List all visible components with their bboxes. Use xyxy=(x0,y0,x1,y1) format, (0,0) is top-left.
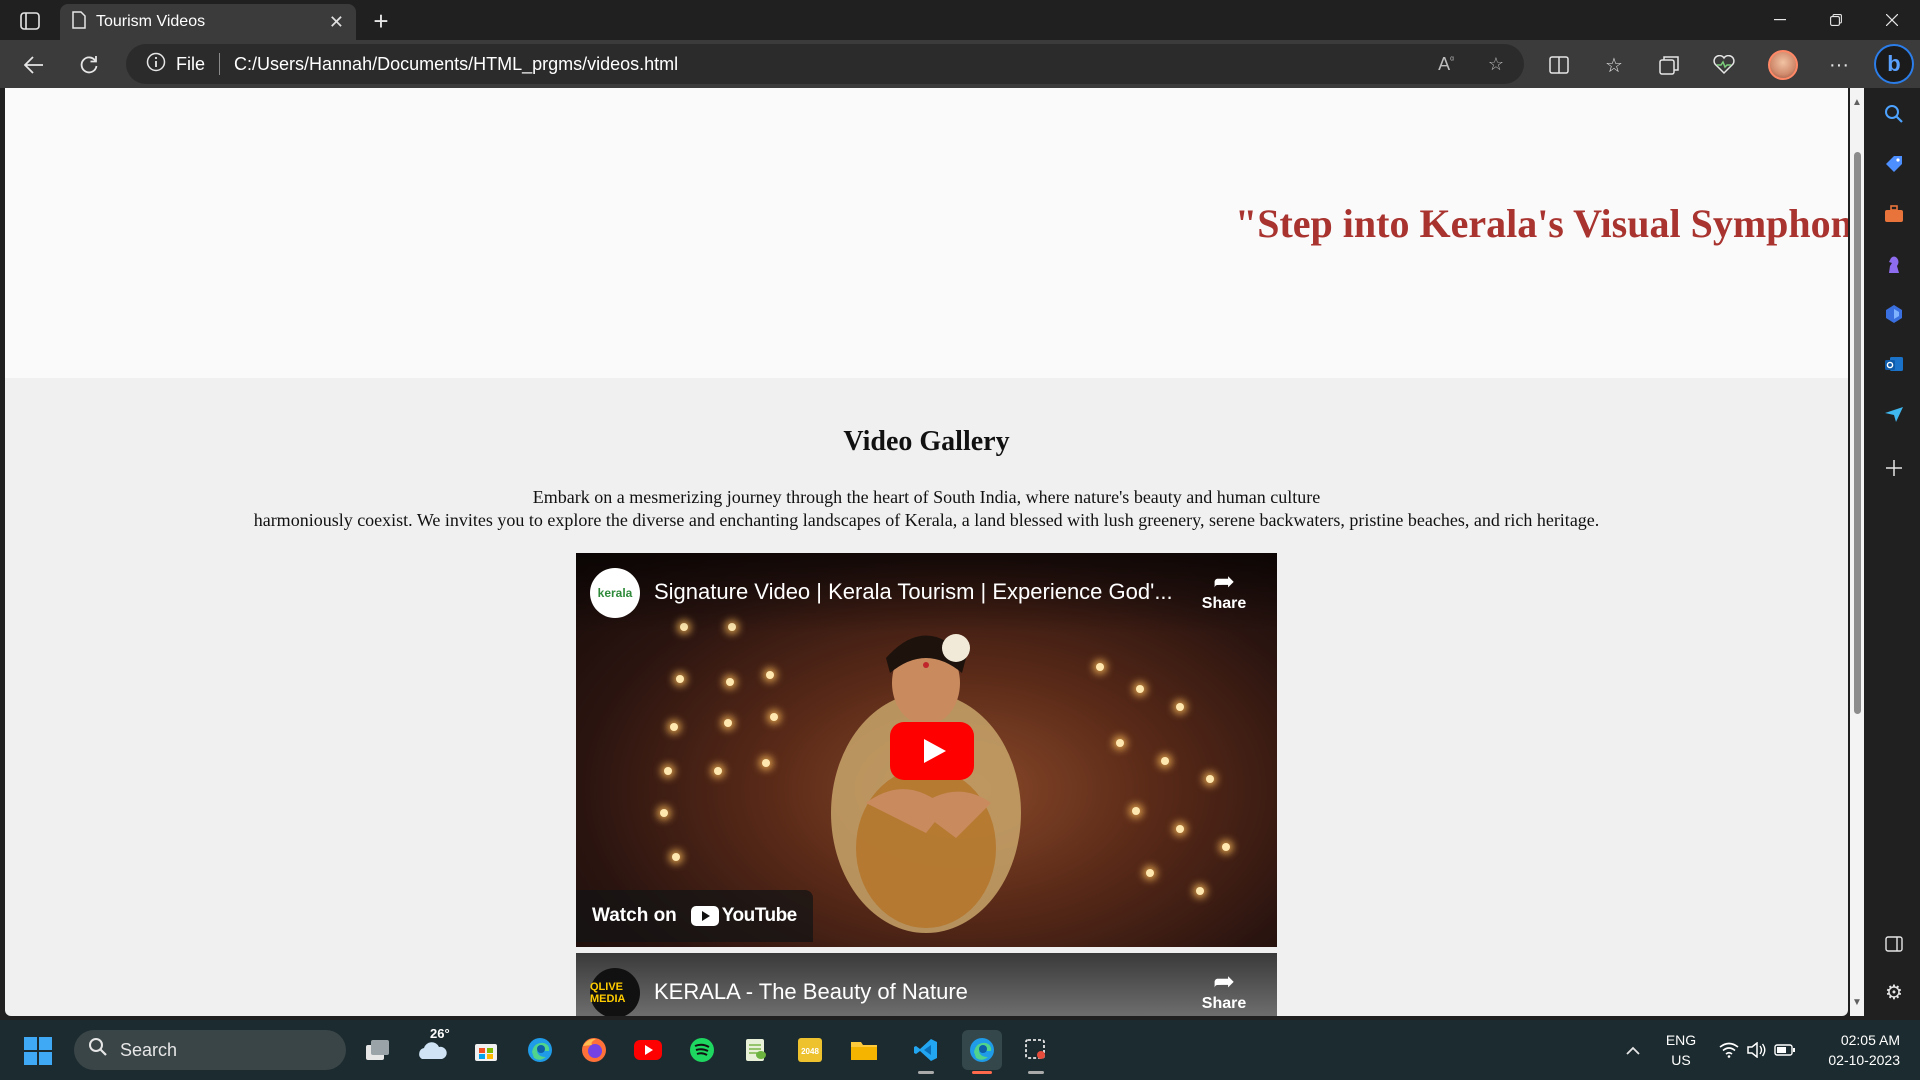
taskbar-search[interactable]: Search xyxy=(74,1030,346,1070)
close-window-icon[interactable] xyxy=(1864,0,1920,40)
show-hidden-icons-chevron-icon[interactable] xyxy=(1618,1020,1648,1080)
share-button-1[interactable]: ➦ Share xyxy=(1194,567,1254,613)
title-bar: Tourism Videos ✕ + xyxy=(0,0,1920,40)
sidebar-settings-gear-icon[interactable]: ⚙ xyxy=(1876,974,1912,1010)
search-icon xyxy=(88,1037,108,1063)
video-embed-1[interactable]: kerala Signature Video | Kerala Tourism … xyxy=(576,553,1277,947)
browser-toolbar: File C:/Users/Hannah/Documents/HTML_prgm… xyxy=(0,40,1920,88)
page-viewport: "Step into Kerala's Visual Symphony Vide… xyxy=(5,88,1848,1016)
hero-banner: "Step into Kerala's Visual Symphony xyxy=(5,88,1848,378)
spotify-icon[interactable] xyxy=(682,1030,722,1070)
drop-send-icon[interactable] xyxy=(1876,396,1912,432)
vscode-icon[interactable] xyxy=(906,1030,946,1074)
clock-time: 02:05 AM xyxy=(1840,1032,1900,1048)
add-sidebar-app-icon[interactable] xyxy=(1876,450,1912,486)
hero-marquee-text: "Step into Kerala's Visual Symphony xyxy=(1235,201,1848,246)
input-language[interactable]: ENG US xyxy=(1660,1020,1702,1080)
sidebar-search-icon[interactable] xyxy=(1876,96,1912,132)
minimize-icon[interactable] xyxy=(1752,0,1808,40)
hide-sidebar-icon[interactable] xyxy=(1876,926,1912,962)
notepad-plus-plus-icon[interactable] xyxy=(736,1030,776,1070)
wifi-icon[interactable] xyxy=(1714,1020,1744,1080)
favorite-star-icon[interactable]: ☆ xyxy=(1488,54,1504,75)
edge-sidebar: ⚙ xyxy=(1868,88,1920,1016)
task-view-icon[interactable] xyxy=(358,1030,398,1070)
clock[interactable]: 02:05 AM 02-10-2023 xyxy=(1810,1020,1900,1080)
description-line-2: harmoniously coexist. We invites you to … xyxy=(253,510,1600,530)
bing-copilot-icon[interactable]: b xyxy=(1874,44,1914,84)
youtube-logo: YouTube xyxy=(690,905,797,927)
edge-active-window-icon[interactable] xyxy=(962,1030,1002,1074)
tab-title: Tourism Videos xyxy=(96,13,206,30)
volume-icon[interactable] xyxy=(1742,1020,1772,1080)
window-controls xyxy=(1752,0,1920,40)
browser-tab[interactable]: Tourism Videos ✕ xyxy=(60,4,356,40)
youtube-play-icon xyxy=(690,906,719,926)
address-separator xyxy=(219,53,221,75)
tab-actions-icon[interactable] xyxy=(12,8,48,34)
page-file-icon xyxy=(72,10,86,34)
gallery-title: Video Gallery xyxy=(843,426,1010,457)
outlook-icon[interactable] xyxy=(1876,346,1912,382)
scroll-up-arrow-icon[interactable]: ▲ xyxy=(1850,94,1864,110)
svg-text:2048: 2048 xyxy=(801,1047,819,1056)
more-options-icon[interactable]: ··· xyxy=(1822,48,1856,82)
scroll-down-arrow-icon[interactable]: ▼ xyxy=(1850,994,1864,1010)
game-2048-icon[interactable]: 2048 xyxy=(790,1030,830,1070)
video-title-2[interactable]: KERALA - The Beauty of Nature xyxy=(654,979,968,1005)
new-tab-button[interactable]: + xyxy=(366,6,396,36)
channel-logo-kerala[interactable]: kerala xyxy=(590,568,640,618)
back-arrow-icon[interactable] xyxy=(17,48,51,82)
watch-on-youtube-link[interactable]: Watch on YouTube xyxy=(576,890,813,942)
profile-avatar[interactable] xyxy=(1768,50,1798,80)
collections-icon[interactable] xyxy=(1652,48,1686,82)
edge-icon[interactable] xyxy=(520,1030,560,1070)
microsoft-365-icon[interactable] xyxy=(1876,296,1912,332)
weather-temperature: 26° xyxy=(430,1026,450,1041)
microsoft-store-icon[interactable] xyxy=(466,1030,506,1070)
restore-icon[interactable] xyxy=(1808,0,1864,40)
shopping-tag-icon[interactable] xyxy=(1876,146,1912,182)
tab-close-icon[interactable]: ✕ xyxy=(329,12,344,33)
search-placeholder: Search xyxy=(120,1039,178,1060)
scrollbar-thumb[interactable] xyxy=(1854,152,1861,714)
channel-logo-qlive[interactable]: QLIVE MEDIA xyxy=(590,968,640,1016)
read-aloud-icon[interactable]: Aᵅ xyxy=(1438,54,1454,75)
address-bar[interactable]: File C:/Users/Hannah/Documents/HTML_prgm… xyxy=(126,44,1524,84)
share-button-2[interactable]: ➦ Share xyxy=(1194,967,1254,1013)
info-icon[interactable] xyxy=(146,52,166,77)
gallery-description: Embark on a mesmerizing journey through … xyxy=(5,486,1848,532)
description-line-1: Embark on a mesmerizing journey through … xyxy=(532,487,1321,507)
video-title-1[interactable]: Signature Video | Kerala Tourism | Exper… xyxy=(654,579,1173,605)
windows-start-icon[interactable] xyxy=(24,1037,52,1065)
file-explorer-icon[interactable] xyxy=(844,1030,884,1070)
url-text[interactable]: C:/Users/Hannah/Documents/HTML_prgms/vid… xyxy=(234,54,1404,75)
snipping-tool-icon[interactable] xyxy=(1016,1030,1056,1074)
play-button[interactable] xyxy=(890,722,974,780)
youtube-app-icon[interactable] xyxy=(628,1030,668,1070)
play-icon xyxy=(923,739,946,763)
games-chess-icon[interactable] xyxy=(1876,246,1912,282)
share-arrow-icon: ➦ xyxy=(1213,566,1235,596)
refresh-icon[interactable] xyxy=(72,48,106,82)
battery-icon[interactable] xyxy=(1770,1020,1800,1080)
firefox-icon[interactable] xyxy=(574,1030,614,1070)
split-screen-icon[interactable] xyxy=(1542,48,1576,82)
clock-date: 02-10-2023 xyxy=(1828,1052,1900,1068)
windows-taskbar: Search 26° 2048 ENG US 02:05 AM 02-10-20… xyxy=(0,1020,1920,1080)
share-arrow-icon: ➦ xyxy=(1213,966,1235,996)
video-embed-2[interactable]: QLIVE MEDIA KERALA - The Beauty of Natur… xyxy=(576,953,1277,1016)
browser-essentials-icon[interactable] xyxy=(1707,48,1741,82)
tools-briefcase-icon[interactable] xyxy=(1876,196,1912,232)
file-scheme-label: File xyxy=(176,53,206,74)
favorites-icon[interactable]: ☆ xyxy=(1597,48,1631,82)
